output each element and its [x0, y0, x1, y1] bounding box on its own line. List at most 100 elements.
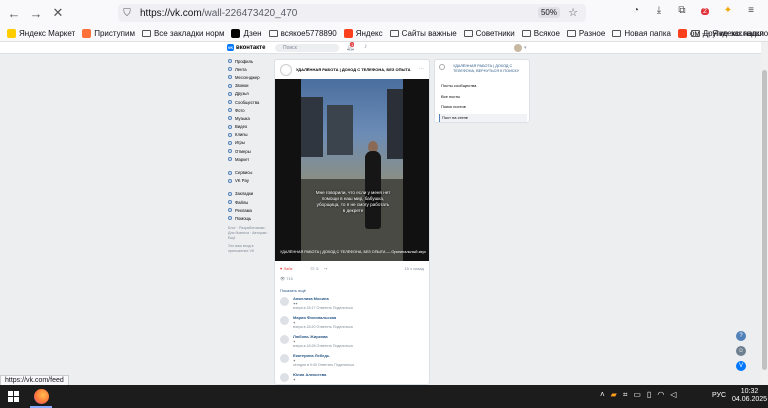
network-icon[interactable]: ▯	[647, 390, 651, 400]
sidebar-item[interactable]: Фото	[228, 106, 272, 114]
nav-icon	[228, 59, 232, 64]
avatar[interactable]	[280, 297, 289, 306]
bookmark-item[interactable]: Советники	[463, 29, 515, 38]
right-menu-item[interactable]: Все посты	[439, 93, 527, 101]
sidebar-item[interactable]: Видео	[228, 123, 272, 131]
right-menu-title[interactable]: УДАЛЁННАЯ РАБОТА | ДОХОД С ТЕЛЕФОНА, ВЕР…	[453, 64, 527, 73]
vk-logo[interactable]: VK вконтакте	[227, 44, 265, 51]
sidebar-item[interactable]: Маркет	[228, 155, 272, 163]
avatar[interactable]	[280, 373, 289, 382]
folder-icon	[141, 30, 151, 37]
comment-author[interactable]: Екатерина Лебедь	[293, 353, 329, 358]
share-icon[interactable]: ↪	[324, 266, 327, 271]
right-menu-item[interactable]: Посты сообщества	[439, 82, 527, 90]
comment-meta[interactable]: вчера в 18:17 Ответить Поделиться	[293, 306, 353, 310]
user-icon[interactable]: ☺	[736, 346, 746, 356]
notify-icon[interactable]: 2	[698, 5, 712, 16]
download-icon[interactable]: ⤓	[652, 5, 666, 16]
bookmark-item[interactable]: Разное	[566, 29, 605, 38]
like-button[interactable]: ♥ Лайк	[280, 266, 292, 271]
help-icon[interactable]: ?	[736, 331, 746, 341]
bookmark-item[interactable]: Дзен	[231, 29, 262, 38]
sidebar-item-label: Мессенджер	[235, 74, 260, 80]
nav-footer-links[interactable]: Блог · Разработчикам · Для бизнеса · Авт…	[228, 226, 272, 241]
bookmark-item[interactable]: Приступим	[82, 29, 135, 38]
sidebar-item[interactable]: Реклама	[228, 206, 272, 214]
bookmark-item[interactable]: Все закладки норм	[141, 29, 224, 38]
url-host: https://vk.com	[140, 7, 202, 19]
scrollbar[interactable]	[761, 42, 768, 385]
sidebar-item[interactable]: Закладки	[228, 190, 272, 198]
stop-icon[interactable]: ✕	[50, 5, 66, 21]
group-avatar[interactable]	[280, 64, 292, 76]
sidebar-item[interactable]: Клипы	[228, 131, 272, 139]
bookmark-item[interactable]: Яндекс	[343, 29, 383, 38]
right-menu-item[interactable]: Пост на стене	[439, 113, 527, 122]
comment-author[interactable]: Анжелика Мосина	[293, 296, 329, 301]
wifi-icon[interactable]: ◠	[657, 390, 664, 400]
bookmark-label: Советники	[475, 29, 515, 38]
clock[interactable]: 10:32 04.06.2025	[732, 388, 767, 404]
sidebar-item[interactable]: Игры	[228, 139, 272, 147]
menu-icon[interactable]: ≡	[744, 5, 758, 16]
extensions-icon[interactable]: ⧉	[675, 5, 689, 16]
vk-search-input[interactable]: Поиск	[275, 44, 339, 52]
firefox-icon[interactable]	[34, 389, 49, 404]
display-tray-icon[interactable]: ▭	[633, 390, 641, 400]
comment-author[interactable]: Мария Филопальская	[293, 315, 336, 320]
comment-button[interactable]: 💬︎ 5	[310, 266, 318, 271]
vk-icon[interactable]: V	[736, 361, 746, 371]
avatar[interactable]	[280, 335, 289, 344]
comment-meta[interactable]: сегодня в 9:40 Ответить Поделиться	[293, 363, 354, 367]
bookmark-item[interactable]: Новая папка	[612, 29, 671, 38]
addon-icon[interactable]: ✦	[721, 5, 735, 16]
left-nav: Профиль Лента Мессенджер Звонки Друзья Сообще…	[228, 57, 272, 254]
address-bar[interactable]: ⛉ https://vk.com/wall-226473420_470 50% …	[118, 4, 586, 22]
volume-icon[interactable]: ◁	[670, 390, 676, 400]
chevron-up-icon[interactable]: ˄	[600, 390, 605, 400]
app-tray-icon[interactable]: ▰	[611, 390, 617, 400]
sidebar-item[interactable]: Сообщества	[228, 98, 272, 106]
video-player[interactable]: Мне говорили, что если у меня нет помощи…	[275, 79, 429, 261]
windows-start-icon[interactable]	[8, 391, 19, 402]
bookmark-item[interactable]: Сайты важные	[389, 29, 457, 38]
avatar[interactable]	[280, 316, 289, 325]
comment-meta[interactable]: вчера в 18:28 Ответить Поделиться	[293, 344, 353, 348]
chevron-down-icon[interactable]: ▾	[524, 45, 527, 51]
sidebar-item[interactable]: VK Pay	[228, 177, 272, 185]
bookmark-item[interactable]: Всякое	[521, 29, 560, 38]
back-icon[interactable]: ←	[6, 5, 22, 21]
nav-icon	[228, 157, 232, 162]
sidebar-item[interactable]: Звонки	[228, 82, 272, 90]
sidebar-item[interactable]: Профиль	[228, 57, 272, 65]
sidebar-item[interactable]: Музыка	[228, 114, 272, 122]
comment-author[interactable]: Юлия Алексеева	[293, 372, 326, 377]
forward-icon[interactable]: →	[28, 5, 44, 21]
sidebar-item[interactable]: Помощь	[228, 214, 272, 222]
language-indicator[interactable]: РУС	[712, 392, 726, 399]
scrollbar-thumb[interactable]	[762, 70, 767, 370]
bookmark-item[interactable]: Яндекс Маркет	[7, 29, 75, 38]
zoom-level[interactable]: 50%	[537, 7, 560, 18]
avatar[interactable]	[280, 354, 289, 363]
comment-meta[interactable]: вчера в 18:20 Ответить Поделиться	[293, 325, 353, 329]
post-title[interactable]: УДАЛЁННАЯ РАБОТА | ДОХОД С ТЕЛЕФОНА, БЕЗ…	[296, 67, 410, 72]
sidebar-item[interactable]: Мессенджер	[228, 73, 272, 81]
sidebar-item-label: Клипы	[235, 132, 248, 138]
comment-author[interactable]: Любовь Жиркова	[293, 334, 328, 339]
bookmark-item[interactable]: всякое5778890	[268, 29, 337, 38]
sidebar-item[interactable]: Лента	[228, 65, 272, 73]
avatar[interactable]	[514, 44, 522, 52]
more-icon[interactable]: ···	[419, 66, 424, 72]
sidebar-item[interactable]: Файлы	[228, 198, 272, 206]
cut-tray-icon[interactable]: ⌗	[623, 390, 628, 400]
other-bookmarks[interactable]: Другие закладки	[684, 29, 764, 38]
sidebar-item[interactable]: Сервисы	[228, 168, 272, 176]
sidebar-item[interactable]: Друзья	[228, 90, 272, 98]
pocket-icon[interactable]: ◔	[629, 5, 643, 16]
show-previous-link[interactable]: Показать ещё	[280, 288, 306, 293]
right-menu-item[interactable]: Поиск постов	[439, 103, 527, 111]
music-icon[interactable]: ♪	[364, 43, 368, 50]
sidebar-item[interactable]: Отмеры	[228, 147, 272, 155]
bookmark-star-icon[interactable]: ☆	[568, 6, 578, 19]
